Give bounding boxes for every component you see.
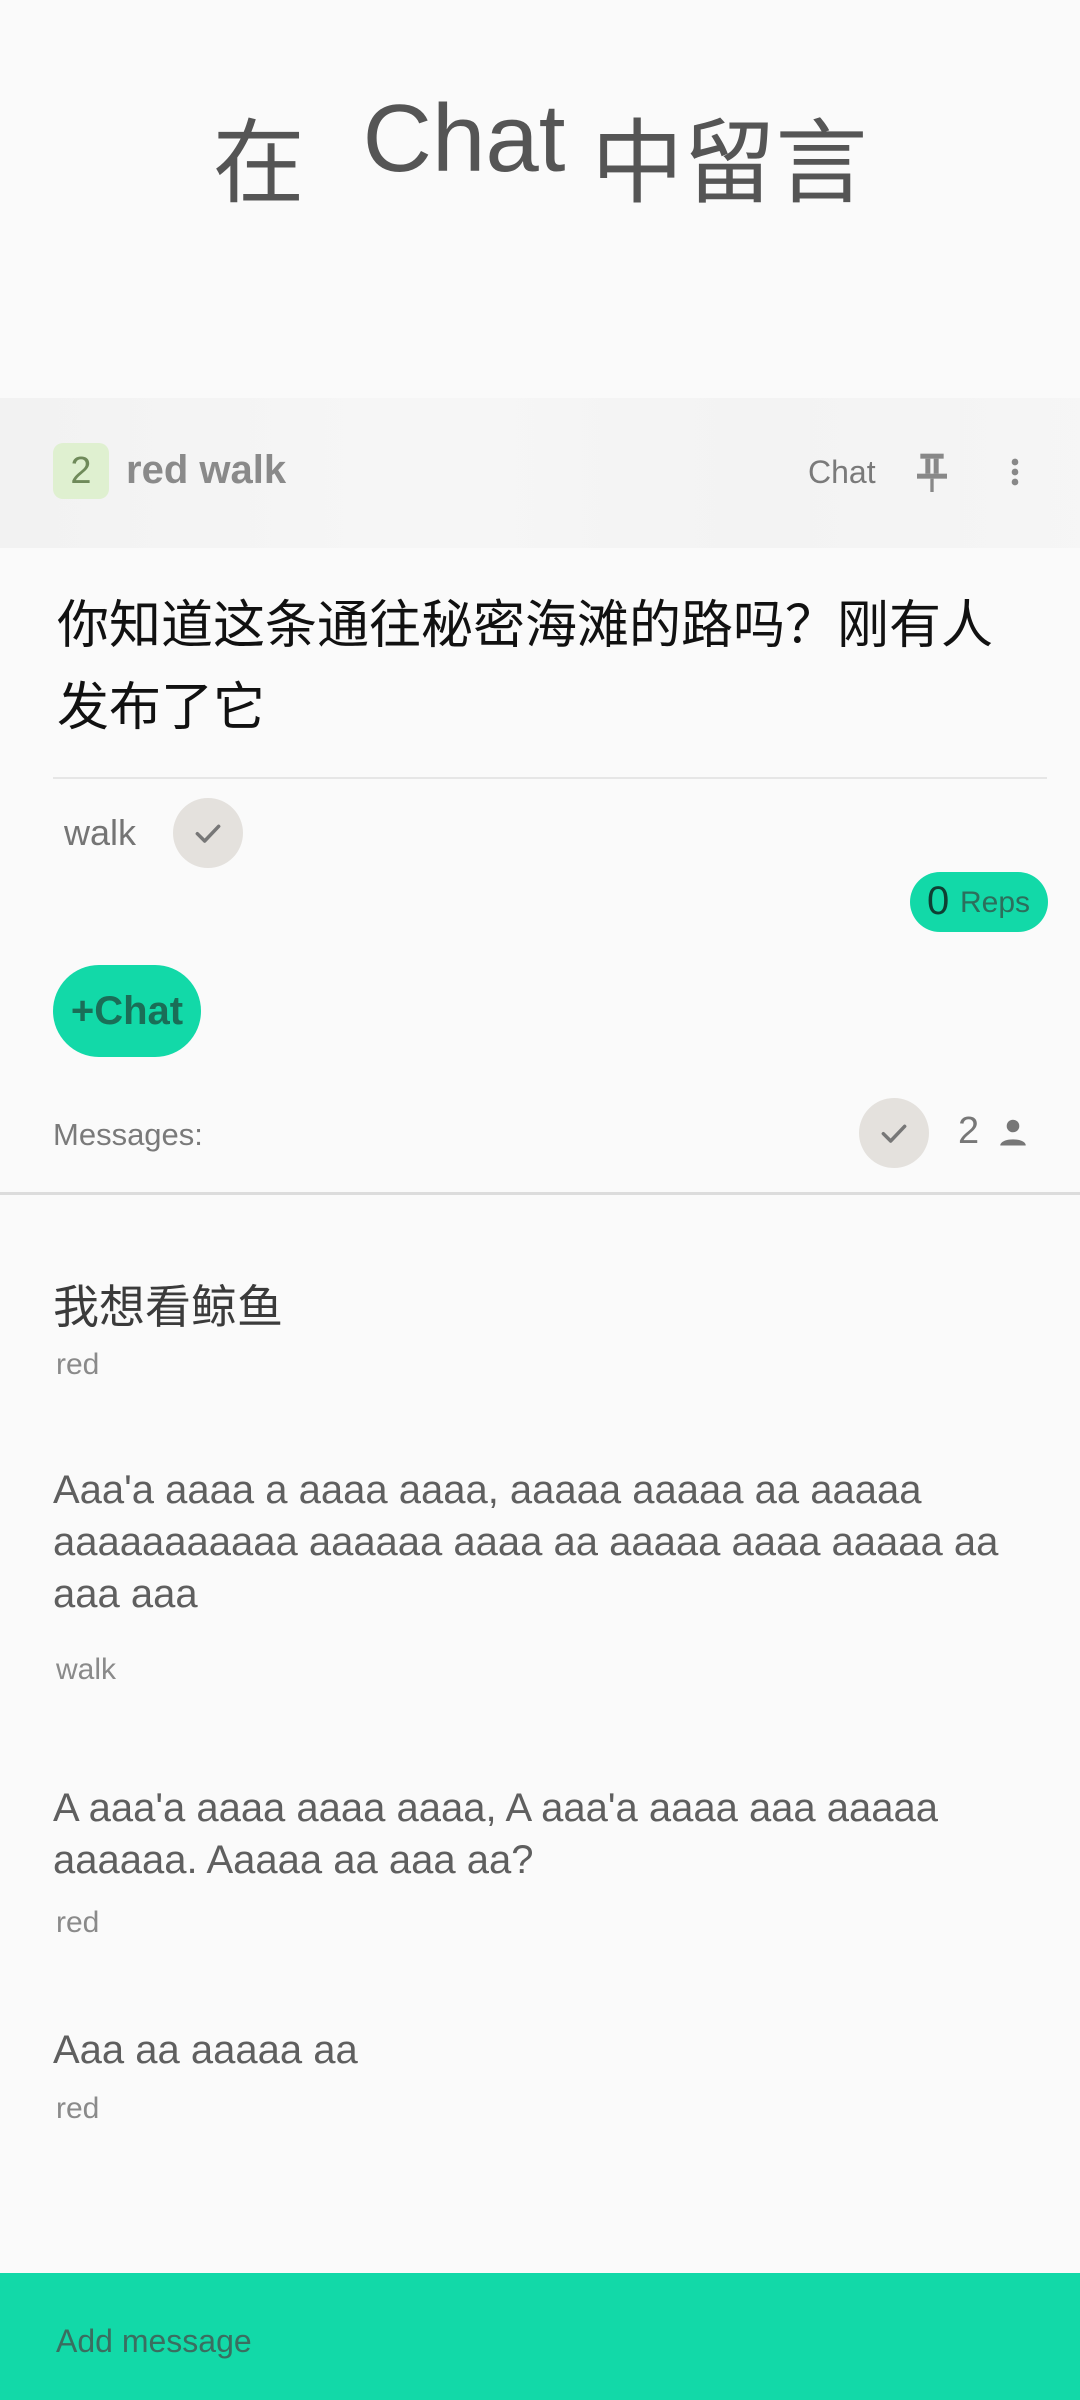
- post-count-badge: 2: [53, 443, 109, 499]
- pin-icon[interactable]: [912, 450, 952, 494]
- reps-count: 0: [927, 879, 950, 923]
- message-text: 我想看鲸鱼: [53, 1280, 283, 1334]
- message-author: red: [56, 1906, 100, 1939]
- message-composer: [0, 2273, 1080, 2400]
- check-icon: [195, 824, 221, 843]
- participants-count: 2: [958, 1110, 980, 1152]
- reps-label: Reps: [960, 886, 1031, 919]
- message-author: walk: [56, 1653, 117, 1686]
- post-tag: walk: [64, 812, 137, 853]
- banner-title: 在 Chat 中留言: [0, 91, 1080, 211]
- chat-link[interactable]: Chat: [808, 454, 876, 491]
- check-icon: [881, 1124, 907, 1143]
- message-author: red: [56, 2092, 100, 2125]
- tag-check-button[interactable]: [173, 798, 243, 868]
- person-icon: [1000, 1119, 1026, 1146]
- post-title[interactable]: red walk: [126, 448, 286, 493]
- message-text: Aaa aa aaaaa aa: [53, 2028, 358, 2072]
- divider: [53, 777, 1047, 779]
- more-vert-icon[interactable]: [1000, 452, 1030, 492]
- add-chat-button[interactable]: +Chat: [53, 965, 201, 1057]
- add-message-input[interactable]: [56, 2311, 1016, 2371]
- post-question: 你知道这条通往秘密海滩的路吗？刚有人发布了它: [57, 596, 994, 738]
- message-author: red: [56, 1348, 100, 1381]
- message-text: A aaa'a aaaa aaaa aaaa, A aaa'a aaaa aaa…: [53, 1786, 939, 1882]
- banner-title-app: Chat: [362, 85, 566, 192]
- post-header: 2 red walk Chat: [0, 440, 1080, 505]
- banner-title-suffix: 中留言: [591, 110, 868, 217]
- messages-label: Messages:: [53, 1117, 203, 1152]
- banner-title-prefix: 在: [212, 110, 305, 217]
- section-divider: [0, 1192, 1080, 1195]
- messages-check-button[interactable]: [859, 1098, 929, 1168]
- message-text: Aaa'a aaaa a aaaa aaaa, aaaaa aaaaa aa a…: [53, 1468, 999, 1616]
- reps-badge[interactable]: 0 Reps: [910, 872, 1048, 932]
- banner: 在 Chat 中留言: [0, 0, 1080, 400]
